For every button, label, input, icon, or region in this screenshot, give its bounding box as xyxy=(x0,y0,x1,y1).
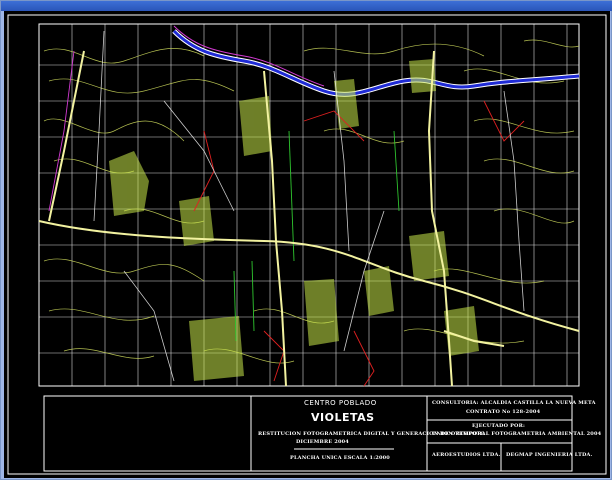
consortium: UNION TEMPORAL FOTOGRAMETRIA AMBIENTAL 2… xyxy=(432,431,602,437)
date-line: DICIEMBRE 2004 xyxy=(296,439,349,445)
river xyxy=(172,25,580,97)
contract-line: CONSULTORIA: ALCALDIA CASTILLA LA NUEVA … xyxy=(432,400,596,406)
application-window: CENTRO POBLADO VIOLETAS RESTITUCION FOTO… xyxy=(0,0,612,480)
sheet-line: PLANCHA UNICA ESCALA 1:2000 xyxy=(290,455,390,461)
cad-drawing-canvas[interactable]: CENTRO POBLADO VIOLETAS RESTITUCION FOTO… xyxy=(4,11,610,478)
executed-by-label: EJECUTADO POR: xyxy=(472,423,526,429)
center-label: CENTRO POBLADO xyxy=(304,399,377,407)
company-right: DEGMAP INGENIERIA LTDA. xyxy=(506,452,593,458)
contract-number: CONTRATO No 128-2004 xyxy=(466,409,541,415)
map-drawing xyxy=(7,14,607,475)
window-titlebar xyxy=(1,1,612,11)
company-left: AEROESTUDIOS LTDA. xyxy=(432,452,501,458)
vegetation-areas xyxy=(109,59,479,381)
place-name: VIOLETAS xyxy=(311,411,375,424)
